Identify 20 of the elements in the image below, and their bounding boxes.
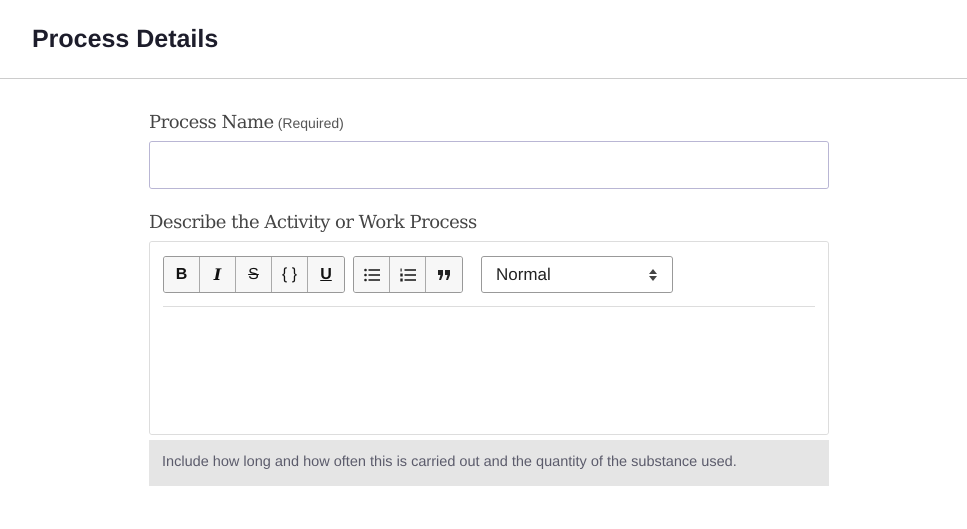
bullet-list-button[interactable] [354, 257, 390, 292]
input-field[interactable] [149, 141, 829, 189]
field-label: Process Name [149, 112, 274, 133]
bullet-list-icon [364, 268, 380, 282]
page-title: Process Details [32, 24, 218, 54]
editor-box[interactable]: B I S { } U Normal [149, 241, 829, 435]
strikethrough-button[interactable]: S [236, 257, 272, 292]
hint-text: Include how long and how often this is carried out and the quantity of the substance used. [149, 440, 829, 486]
italic-button[interactable]: I [200, 257, 236, 292]
field-label: Describe the Activity or Work Process [149, 212, 477, 233]
quote-button[interactable] [426, 257, 462, 292]
numbered-list-icon [400, 268, 416, 282]
code-button[interactable]: { } [272, 257, 308, 292]
bold-button[interactable]: B [164, 257, 200, 292]
numbered-list-button[interactable] [390, 257, 426, 292]
required-note: (Required) [278, 115, 344, 131]
underline-button[interactable]: U [308, 257, 344, 292]
sort-arrows-icon [648, 268, 658, 282]
quote-icon [438, 270, 450, 280]
format-dropdown[interactable]: Normal [481, 256, 673, 293]
